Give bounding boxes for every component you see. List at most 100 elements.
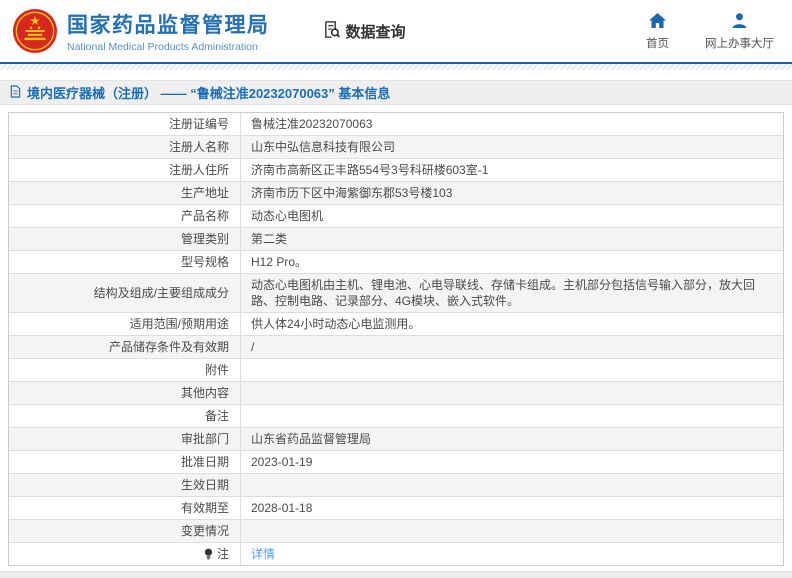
site-title: 国家药品监督管理局 (67, 14, 270, 37)
row-label: 生产地址 (180, 186, 229, 200)
row-value (241, 359, 783, 381)
row-label: 审批部门 (180, 432, 229, 446)
table-row: 变更情况 (9, 519, 783, 542)
row-label: 管理类别 (180, 232, 229, 246)
section-label: 数据查询 (345, 23, 406, 41)
row-label: 变更情况 (180, 524, 229, 538)
site-header: ★ 国家药品监督管理局 National Medical Products Ad… (0, 0, 792, 62)
row-label: 结构及组成/主要组成成分 (93, 286, 229, 300)
row-label-cell: 产品储存条件及有效期 (9, 336, 241, 358)
row-value: 山东中弘信息科技有限公司 (251, 140, 396, 154)
row-label-cell: 附件 (9, 359, 241, 381)
row-label-cell: 变更情况 (9, 520, 241, 542)
lightbulb-icon (204, 548, 213, 560)
home-icon (648, 12, 667, 32)
nav-home[interactable]: 首页 (646, 12, 669, 51)
table-row: 有效期至 2028-01-18 (9, 496, 783, 519)
nav-service-hall-label: 网上办事大厅 (705, 37, 774, 50)
row-label-cell: 其他内容 (9, 382, 241, 404)
table-row: 适用范围/预期用途 供人体24小时动态心电监测用。 (9, 312, 783, 335)
row-label: 产品名称 (180, 209, 229, 223)
row-value: 济南市高新区正丰路554号3号科研楼603室-1 (251, 163, 489, 177)
row-label-cell: 注 (9, 543, 241, 565)
row-label: 注册人住所 (168, 163, 229, 177)
row-label-cell: 适用范围/预期用途 (9, 313, 241, 335)
row-label-cell: 结构及组成/主要组成成分 (9, 274, 241, 312)
row-label-cell: 管理类别 (9, 228, 241, 250)
table-row: 管理类别 第二类 (9, 227, 783, 250)
national-emblem-logo: ★ (12, 8, 58, 54)
row-value: 动态心电图机由主机、锂电池、心电导联线、存储卡组成。主机部分包括信号输入部分，放… (251, 278, 756, 308)
document-icon (10, 84, 21, 101)
row-label: 注 (216, 547, 229, 561)
row-value (241, 520, 783, 542)
row-value: 2023-01-19 (251, 455, 313, 469)
row-label-cell: 有效期至 (9, 497, 241, 519)
table-row: 结构及组成/主要组成成分 动态心电图机由主机、锂电池、心电导联线、存储卡组成。主… (9, 273, 783, 312)
table-row: 型号规格 H12 Pro。 (9, 250, 783, 273)
row-value: 2028-01-18 (251, 501, 313, 515)
top-nav: 首页 网上办事大厅 (646, 12, 774, 51)
row-label-cell: 产品名称 (9, 205, 241, 227)
row-label-cell: 备注 (9, 405, 241, 427)
page-title: 境内医疗器械（注册） —— “鲁械注准20232070063” 基本信息 (27, 86, 391, 101)
row-value (241, 405, 783, 427)
table-row: 生效日期 (9, 473, 783, 496)
table-row: 注册证编号 鲁械注准20232070063 (9, 113, 783, 135)
row-label: 批准日期 (180, 455, 229, 469)
breadcrumb: 境内医疗器械（注册） —— “鲁械注准20232070063” 基本信息 (0, 80, 792, 105)
row-value (241, 382, 783, 404)
nav-service-hall[interactable]: 网上办事大厅 (705, 12, 774, 51)
table-row: 注 详情 (9, 542, 783, 565)
row-label: 产品储存条件及有效期 (108, 340, 229, 354)
table-row: 注册人名称 山东中弘信息科技有限公司 (9, 135, 783, 158)
info-table: 注册证编号 鲁械注准20232070063 注册人名称 山东中弘信息科技有限公司… (8, 112, 784, 566)
table-row: 附件 (9, 358, 783, 381)
row-label: 适用范围/预期用途 (129, 317, 229, 331)
svg-text:★: ★ (29, 14, 40, 28)
table-row: 生产地址 济南市历下区中海紫御东郡53号楼103 (9, 181, 783, 204)
row-label: 有效期至 (180, 501, 229, 515)
row-label-cell: 注册人名称 (9, 136, 241, 158)
site-subtitle: National Medical Products Administration (67, 41, 258, 53)
document-search-icon (322, 20, 341, 43)
row-label-cell: 注册人住所 (9, 159, 241, 181)
row-value: 动态心电图机 (251, 209, 324, 223)
row-label: 其他内容 (180, 386, 229, 400)
row-label: 型号规格 (180, 255, 229, 269)
brand-text: 国家药品监督管理局 National Medical Products Admi… (67, 9, 270, 53)
row-value: 供人体24小时动态心电监测用。 (251, 317, 421, 331)
row-label-cell: 型号规格 (9, 251, 241, 273)
table-row: 审批部门 山东省药品监督管理局 (9, 427, 783, 450)
nav-home-label: 首页 (646, 37, 669, 50)
row-label: 备注 (204, 409, 229, 423)
table-row: 备注 (9, 404, 783, 427)
row-label: 生效日期 (180, 478, 229, 492)
user-icon (730, 12, 749, 32)
table-row: 其他内容 (9, 381, 783, 404)
table-row: 产品储存条件及有效期 / (9, 335, 783, 358)
row-label-cell: 审批部门 (9, 428, 241, 450)
row-label-cell: 批准日期 (9, 451, 241, 473)
row-label: 注册证编号 (168, 117, 229, 131)
row-value: 详情 (241, 543, 783, 565)
row-value: H12 Pro。 (251, 255, 308, 269)
brand: ★ 国家药品监督管理局 National Medical Products Ad… (12, 8, 270, 54)
hatch-strip (0, 64, 792, 70)
row-value: 济南市历下区中海紫御东郡53号楼103 (251, 186, 453, 200)
row-label-cell: 生效日期 (9, 474, 241, 496)
row-value: / (251, 340, 255, 354)
table-row: 批准日期 2023-01-19 (9, 450, 783, 473)
row-value: 鲁械注准20232070063 (251, 117, 373, 131)
row-label-cell: 生产地址 (9, 182, 241, 204)
row-label: 注册人名称 (168, 140, 229, 154)
row-value: 第二类 (251, 232, 288, 246)
table-row: 产品名称 动态心电图机 (9, 204, 783, 227)
footer-strip (0, 571, 792, 578)
row-label-cell: 注册证编号 (9, 113, 241, 135)
detail-link[interactable]: 详情 (251, 546, 275, 562)
row-value (241, 474, 783, 496)
table-row: 注册人住所 济南市高新区正丰路554号3号科研楼603室-1 (9, 158, 783, 181)
data-query-section[interactable]: 数据查询 (322, 20, 406, 43)
row-label: 附件 (204, 363, 229, 377)
